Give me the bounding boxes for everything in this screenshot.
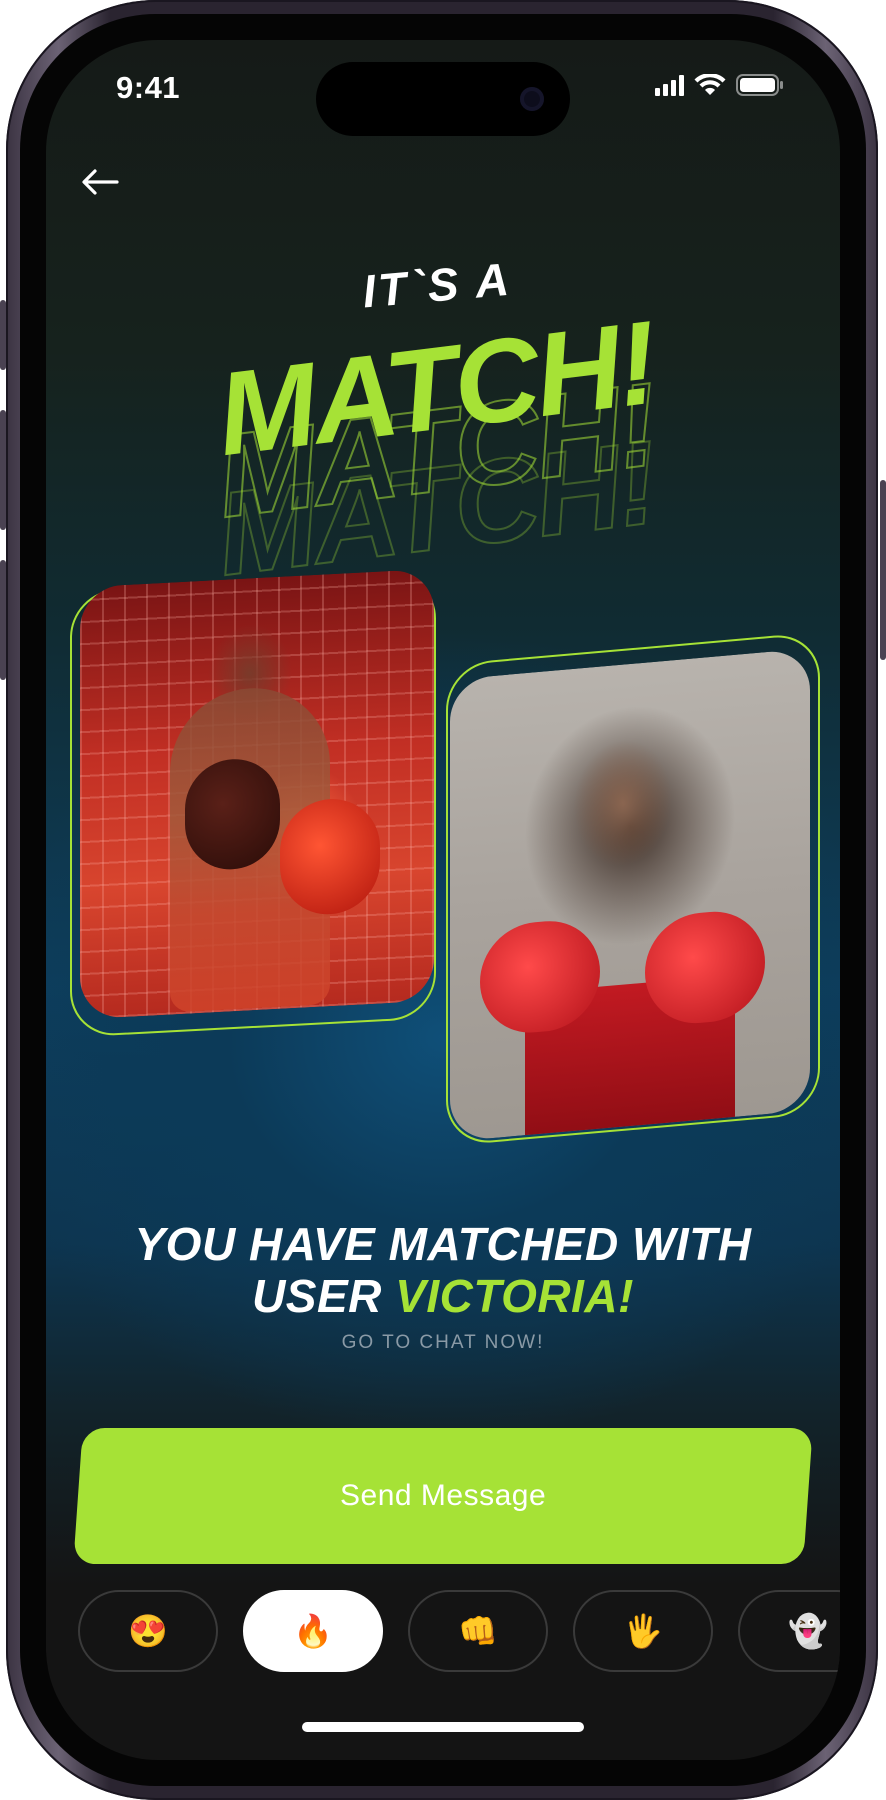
screen: 9:41 IT`S A MATCH! MATCH! MATCH! YOU HAV…	[46, 40, 840, 1760]
match-photo	[450, 648, 810, 1142]
match-message: YOU HAVE MATCHED WITH USER VICTORIA!	[46, 1218, 840, 1322]
user-photo	[80, 568, 434, 1020]
match-message-line2: USER VICTORIA!	[46, 1270, 840, 1322]
volume-up-button	[0, 410, 6, 530]
wifi-icon	[694, 74, 726, 95]
volume-down-button	[0, 560, 6, 680]
fire-icon: 🔥	[293, 1613, 333, 1649]
boxing-glove-icon	[645, 907, 765, 1028]
boxing-glove-icon	[280, 796, 380, 917]
fist-icon: 👊	[458, 1613, 498, 1649]
go-to-chat-hint: GO TO CHAT NOW!	[341, 1332, 545, 1353]
back-button[interactable]	[74, 156, 126, 208]
action-button	[0, 300, 6, 370]
match-message-line1: YOU HAVE MATCHED WITH	[134, 1218, 752, 1270]
battery-icon	[736, 74, 783, 96]
status-icons	[655, 74, 784, 96]
reaction-fire[interactable]: 🔥	[243, 1590, 383, 1672]
camera-icon	[520, 87, 544, 111]
heart-eyes-icon: 😍	[128, 1613, 168, 1649]
dynamic-island	[316, 62, 570, 136]
home-indicator[interactable]	[302, 1722, 584, 1732]
status-bar: 9:41	[46, 40, 840, 140]
power-button	[880, 480, 886, 660]
matched-user-name: VICTORIA!	[395, 1270, 634, 1322]
cellular-signal-icon	[655, 74, 684, 96]
send-message-button[interactable]: Send Message	[73, 1428, 813, 1564]
match-title: MATCH! MATCH! MATCH!	[176, 297, 696, 602]
send-message-label: Send Message	[339, 1479, 547, 1512]
raised-hand-icon: 🖐	[623, 1613, 663, 1649]
arrow-left-icon	[82, 169, 119, 195]
reaction-heart-eyes[interactable]: 😍	[78, 1590, 218, 1672]
reaction-ghost[interactable]: 👻	[738, 1590, 840, 1672]
match-message-prefix: USER	[252, 1270, 382, 1322]
reaction-fist[interactable]: 👊	[408, 1590, 548, 1672]
ghost-icon: 👻	[788, 1613, 828, 1649]
status-time: 9:41	[116, 70, 181, 105]
reaction-raised-hand[interactable]: 🖐	[573, 1590, 713, 1672]
reaction-row: 😍 🔥 👊 🖐 👻	[78, 1590, 840, 1676]
